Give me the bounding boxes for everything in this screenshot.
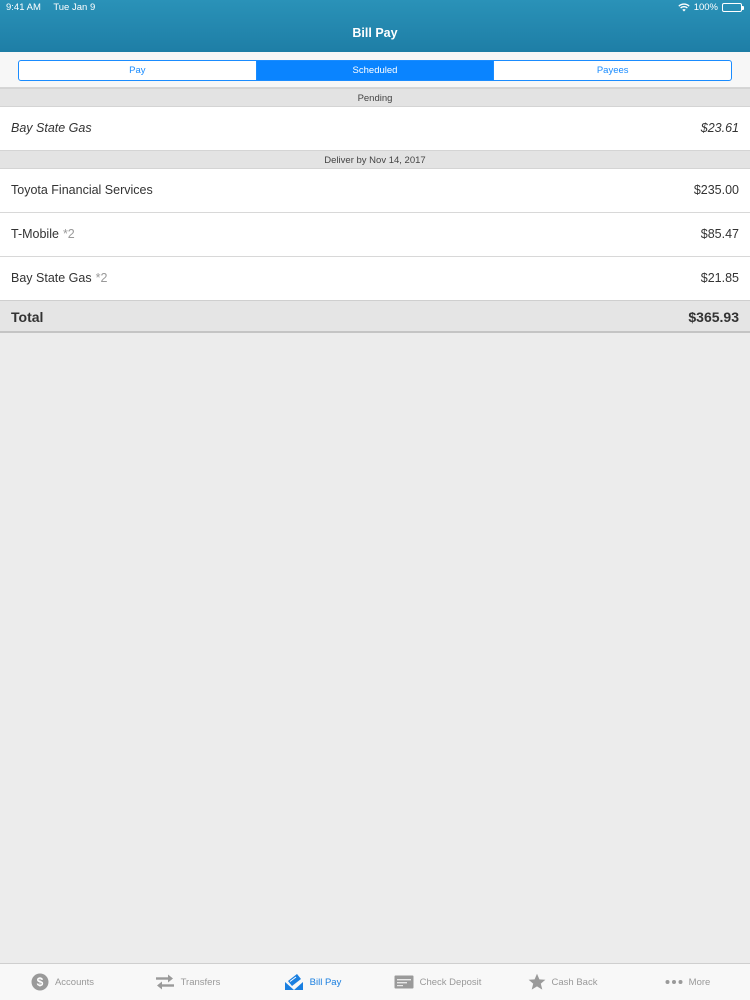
tab-bar: $ Accounts Transfers Bill Pay Check Depo… — [0, 963, 750, 1000]
navigation-header: 9:41 AM Tue Jan 9 100% Bill Pay — [0, 0, 750, 52]
check-icon — [394, 975, 414, 989]
status-time: 9:41 AM — [6, 2, 41, 13]
segment-payees[interactable]: Payees — [494, 61, 731, 80]
payment-amount: $21.85 — [700, 271, 739, 285]
total-value: $365.93 — [688, 309, 739, 325]
payee-name: Bay State Gas — [11, 271, 92, 285]
payee-name: T-Mobile — [11, 227, 59, 241]
section-header-pending: Pending — [0, 88, 750, 107]
tab-label: Transfers — [180, 976, 221, 988]
list-item[interactable]: T-Mobile *2 $85.47 — [0, 213, 750, 257]
tab-bill-pay[interactable]: Bill Pay — [250, 964, 375, 1000]
list-item[interactable]: Toyota Financial Services $235.00 — [0, 169, 750, 213]
transfer-arrows-icon — [155, 974, 175, 990]
payee-name-wrapper: T-Mobile *2 — [11, 227, 75, 241]
tab-label: More — [688, 976, 711, 988]
more-dots-icon — [665, 979, 683, 985]
tab-more[interactable]: More — [625, 964, 750, 1000]
segmented-control: Pay Scheduled Payees — [18, 60, 732, 81]
tab-check-deposit[interactable]: Check Deposit — [375, 964, 500, 1000]
bill-pay-icon — [284, 973, 304, 991]
list-item[interactable]: Bay State Gas *2 $21.85 — [0, 257, 750, 301]
total-label: Total — [11, 309, 44, 325]
payment-count: *2 — [62, 227, 75, 241]
segment-scheduled[interactable]: Scheduled — [256, 61, 495, 80]
segment-bar: Pay Scheduled Payees — [0, 52, 750, 88]
total-row: Total $365.93 — [0, 300, 750, 333]
tab-accounts[interactable]: $ Accounts — [0, 964, 125, 1000]
battery-percent: 100% — [693, 2, 718, 13]
payee-name-wrapper: Bay State Gas *2 — [11, 271, 107, 285]
payment-amount: $85.47 — [700, 227, 739, 241]
page-title: Bill Pay — [352, 26, 398, 40]
status-date: Tue Jan 9 — [53, 2, 96, 13]
tab-label: Bill Pay — [309, 976, 342, 988]
tab-transfers[interactable]: Transfers — [125, 964, 250, 1000]
tab-cash-back[interactable]: Cash Back — [500, 964, 625, 1000]
tab-label: Cash Back — [551, 976, 598, 988]
star-icon — [528, 973, 546, 991]
svg-text:$: $ — [37, 975, 44, 989]
tab-label: Check Deposit — [419, 976, 482, 988]
list-item[interactable]: Bay State Gas $23.61 — [0, 107, 750, 151]
dollar-circle-icon: $ — [31, 973, 49, 991]
tab-label: Accounts — [54, 976, 95, 988]
payment-amount: $235.00 — [693, 183, 739, 197]
segment-pay[interactable]: Pay — [19, 61, 257, 80]
wifi-icon — [678, 3, 690, 12]
battery-icon — [722, 3, 744, 12]
section-header-deliver-by: Deliver by Nov 14, 2017 — [0, 150, 750, 169]
payee-name: Bay State Gas — [11, 121, 92, 135]
payment-count: *2 — [95, 271, 108, 285]
status-bar: 9:41 AM Tue Jan 9 100% — [0, 0, 750, 16]
payee-name: Toyota Financial Services — [11, 183, 153, 197]
payment-amount: $23.61 — [700, 121, 739, 135]
